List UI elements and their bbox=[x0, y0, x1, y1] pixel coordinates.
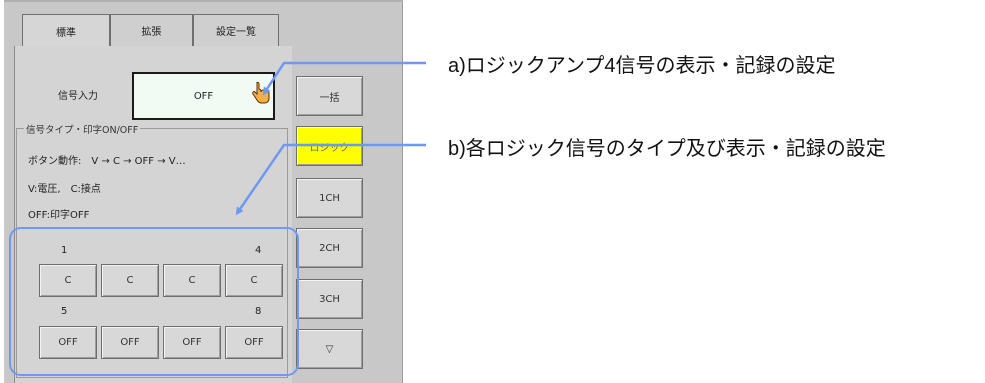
callout-a-line bbox=[262, 61, 426, 96]
annotation-a: a)ロジックアンプ4信号の表示・記録の設定 bbox=[448, 55, 836, 77]
annotation-b: b)各ロジック信号のタイプ及び表示・記録の設定 bbox=[448, 138, 886, 160]
callout-b-line bbox=[235, 143, 426, 216]
